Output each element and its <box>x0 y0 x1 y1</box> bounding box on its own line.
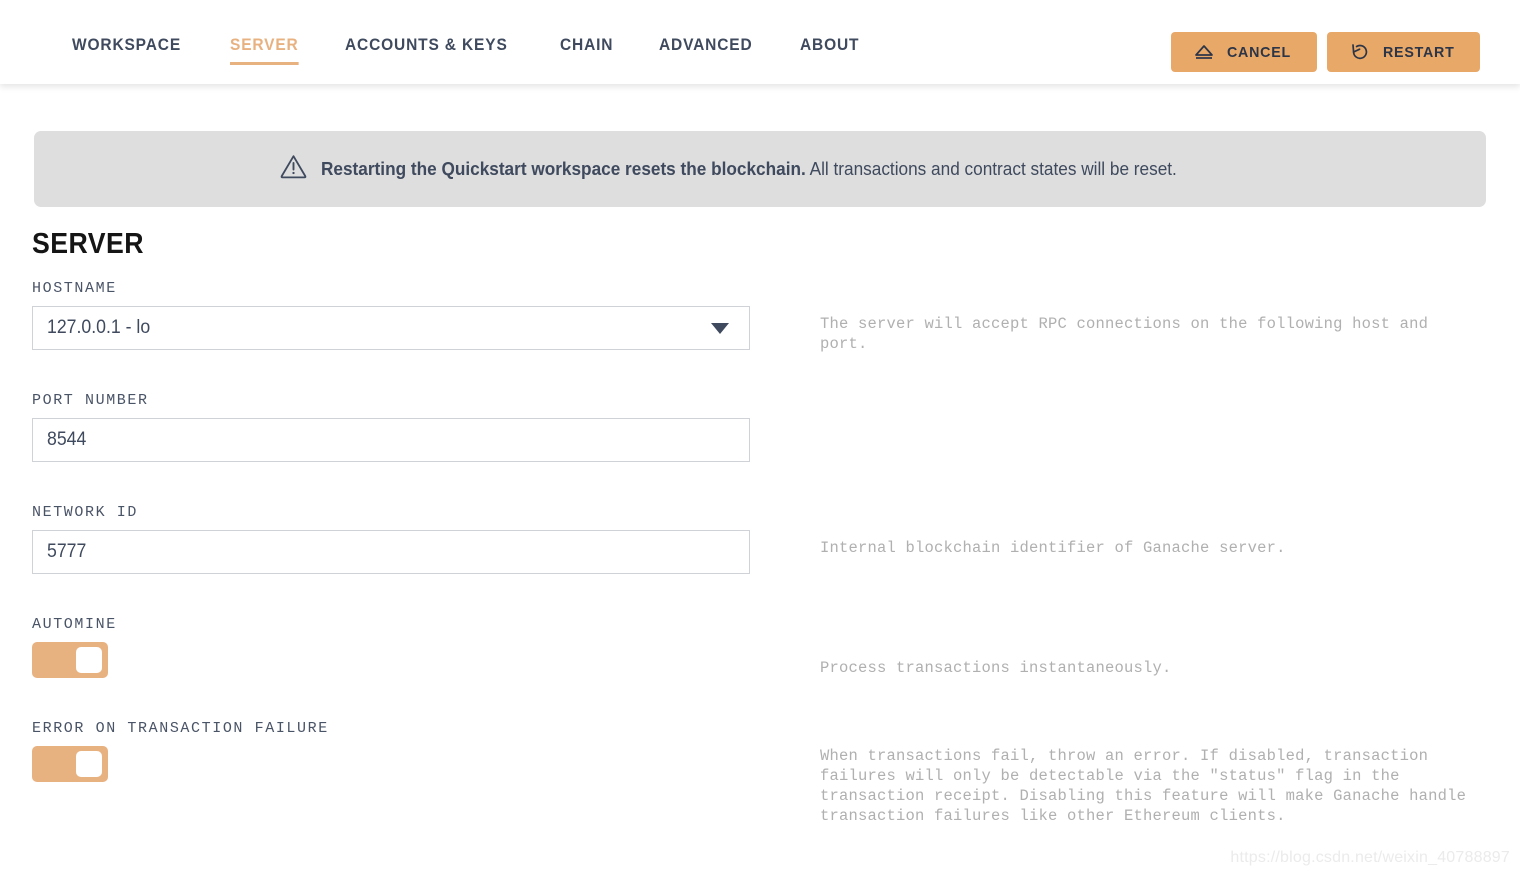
header-actions: CANCEL RESTART <box>1171 32 1480 72</box>
banner-bold-text: Restarting the Quickstart workspace rese… <box>320 158 806 179</box>
error-on-failure-toggle-knob <box>76 751 102 777</box>
tab-workspace[interactable]: WORKSPACE <box>72 36 181 65</box>
hostname-label: HOSTNAME <box>32 280 117 297</box>
restart-button[interactable]: RESTART <box>1326 32 1480 72</box>
page-title: SERVER <box>32 228 144 260</box>
tab-advanced[interactable]: ADVANCED <box>659 36 753 65</box>
watermark: https://blog.csdn.net/weixin_40788897 <box>1230 849 1510 866</box>
port-field-group: PORT NUMBER 8544 <box>0 392 760 504</box>
banner-text: Restarting the Quickstart workspace rese… <box>321 158 1177 180</box>
error-on-failure-field-group: ERROR ON TRANSACTION FAILURE <box>0 720 760 840</box>
warning-triangle-icon <box>279 153 308 185</box>
hostname-description-col: The server will accept RPC connections o… <box>760 280 1500 392</box>
network-id-field-group: NETWORK ID 5777 <box>0 504 760 616</box>
automine-description: Process transactions instantaneously. <box>820 659 1172 677</box>
tab-accounts-and-keys[interactable]: ACCOUNTS & KEYS <box>345 36 508 65</box>
banner-content: Restarting the Quickstart workspace rese… <box>279 153 1241 185</box>
field-row-port: PORT NUMBER 8544 <box>0 392 1520 504</box>
restart-icon <box>1349 41 1371 63</box>
tab-chain[interactable]: CHAIN <box>560 36 613 65</box>
field-row-network-id: NETWORK ID 5777 Internal blockchain iden… <box>0 504 1520 616</box>
automine-description-col: Process transactions instantaneously. <box>760 616 1500 720</box>
tab-server[interactable]: SERVER <box>229 36 299 65</box>
hostname-select[interactable]: 127.0.0.1 - lo <box>32 306 750 350</box>
network-id-label: NETWORK ID <box>32 504 139 521</box>
hostname-field-group: HOSTNAME 127.0.0.1 - lo <box>0 280 760 392</box>
port-value: 8544 <box>47 429 87 450</box>
error-on-failure-label: ERROR ON TRANSACTION FAILURE <box>32 720 329 737</box>
banner-normal-text: All transactions and contract states wil… <box>809 158 1177 179</box>
restart-button-label: RESTART <box>1382 43 1455 61</box>
automine-toggle[interactable] <box>32 642 108 678</box>
eject-icon <box>1193 43 1215 61</box>
network-id-description: Internal blockchain identifier of Ganach… <box>820 539 1286 557</box>
error-on-failure-toggle[interactable] <box>32 746 108 782</box>
port-description-col <box>760 392 1500 504</box>
tab-about[interactable]: ABOUT <box>800 36 859 65</box>
error-on-failure-description: When transactions fail, throw an error. … <box>820 747 1467 825</box>
field-row-automine: AUTOMINE Process transactions instantane… <box>0 616 1520 720</box>
app-header: WORKSPACE SERVER ACCOUNTS & KEYS CHAIN A… <box>0 0 1520 84</box>
restart-warning-banner: Restarting the Quickstart workspace rese… <box>34 131 1486 207</box>
port-label: PORT NUMBER <box>32 392 149 409</box>
network-id-description-col: Internal blockchain identifier of Ganach… <box>760 504 1500 616</box>
settings-content: HOSTNAME 127.0.0.1 - lo The server will … <box>0 280 1520 840</box>
automine-field-group: AUTOMINE <box>0 616 760 720</box>
error-on-failure-description-col: When transactions fail, throw an error. … <box>760 720 1500 840</box>
main-nav: WORKSPACE SERVER ACCOUNTS & KEYS CHAIN A… <box>72 36 905 65</box>
network-id-value: 5777 <box>47 541 87 562</box>
port-input[interactable]: 8544 <box>32 418 750 462</box>
network-id-input[interactable]: 5777 <box>32 530 750 574</box>
chevron-down-icon[interactable] <box>711 322 729 334</box>
hostname-value: 127.0.0.1 - lo <box>47 317 151 338</box>
hostname-description: The server will accept RPC connections o… <box>820 315 1429 353</box>
automine-toggle-knob <box>76 647 102 673</box>
field-row-hostname: HOSTNAME 127.0.0.1 - lo The server will … <box>0 280 1520 392</box>
field-row-error-on-transaction-failure: ERROR ON TRANSACTION FAILURE When transa… <box>0 720 1520 840</box>
automine-label: AUTOMINE <box>32 616 117 633</box>
cancel-button[interactable]: CANCEL <box>1171 32 1317 72</box>
cancel-button-label: CANCEL <box>1227 43 1292 61</box>
